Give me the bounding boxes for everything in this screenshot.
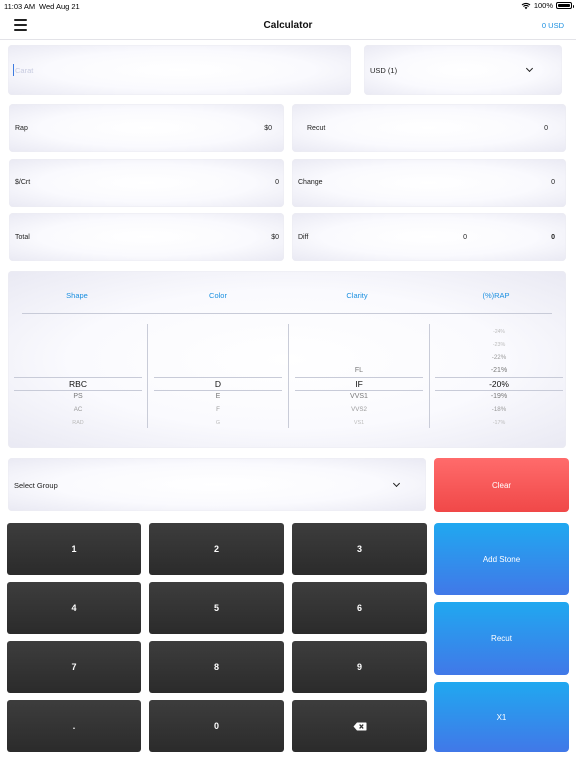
shape-wheel[interactable]: RBCPSACRADCU xyxy=(14,326,142,429)
key-4[interactable]: 4 xyxy=(7,582,141,634)
picker-item[interactable]: -22% xyxy=(435,354,563,361)
header-color[interactable]: Color xyxy=(198,291,238,300)
change-field: Change 0 xyxy=(292,159,566,207)
diff-value: 0 xyxy=(463,234,467,241)
recut-field: Recut 0 xyxy=(292,104,566,152)
selection-line xyxy=(435,390,563,391)
key-decimal[interactable]: . xyxy=(7,700,141,752)
x1-button[interactable]: X1 xyxy=(434,682,569,752)
select-group[interactable]: Select Group xyxy=(8,458,426,511)
picker-item[interactable]: -24% xyxy=(435,329,563,335)
clarity-wheel[interactable]: FLIFVVS1VVS2VS1VS2 xyxy=(295,326,423,429)
picker-item[interactable]: PS xyxy=(14,393,142,400)
stone-picker-panel: Shape Color Clarity (%)RAP RBCPSACRADCU … xyxy=(8,271,566,448)
chevron-down-icon xyxy=(525,64,534,73)
recut-button[interactable]: Recut xyxy=(434,602,569,675)
diff-percent-value: 0 xyxy=(551,234,555,241)
column-divider xyxy=(429,324,430,428)
picker-item[interactable]: F xyxy=(154,406,282,413)
picker-item[interactable]: VVS2 xyxy=(295,406,423,413)
header-shape[interactable]: Shape xyxy=(57,291,97,300)
picker-selected-item[interactable]: RBC xyxy=(14,379,142,389)
selection-line xyxy=(435,377,563,378)
rap-label: Rap xyxy=(15,125,28,132)
key-3[interactable]: 3 xyxy=(292,523,427,575)
add-stone-button[interactable]: Add Stone xyxy=(434,523,569,595)
diff-field: Diff 0 0 xyxy=(292,213,566,261)
total-label: Total xyxy=(15,234,30,241)
picker-item[interactable]: -21% xyxy=(435,367,563,374)
select-group-label: Select Group xyxy=(14,481,58,490)
recut-value: 0 xyxy=(544,125,548,132)
clear-button[interactable]: Clear xyxy=(434,458,569,512)
status-right: 100% xyxy=(521,1,574,10)
picker-item[interactable]: AC xyxy=(14,406,142,413)
picker-divider xyxy=(22,313,552,314)
currency-total[interactable]: 0 USD xyxy=(542,21,564,30)
carat-field xyxy=(8,45,351,95)
battery-percent: 100% xyxy=(533,1,553,10)
picker-item[interactable]: -18% xyxy=(435,406,563,413)
selection-line xyxy=(154,377,282,378)
color-wheel[interactable]: DEFGH xyxy=(154,326,282,429)
status-date: Wed Aug 21 xyxy=(39,2,80,11)
battery-icon xyxy=(556,2,574,9)
rap-field: Rap $0 xyxy=(9,104,284,152)
rap-wheel[interactable]: -24%-23%-22%-21%-20%-19%-18%-17%-16% xyxy=(435,326,563,429)
total-field: Total $0 xyxy=(9,213,284,261)
page-title: Calculator xyxy=(263,20,313,31)
recut-label: Recut xyxy=(307,125,326,132)
key-1[interactable]: 1 xyxy=(7,523,141,575)
status-bar: 11:03 AM Wed Aug 21 100% xyxy=(0,0,576,12)
key-6[interactable]: 6 xyxy=(292,582,427,634)
per-carat-field: $/Crt 0 xyxy=(9,159,284,207)
change-label: Change xyxy=(298,179,323,186)
status-time: 11:03 AM xyxy=(4,2,36,11)
selection-line xyxy=(154,390,282,391)
selection-line xyxy=(295,390,423,391)
rap-value: $0 xyxy=(264,125,272,132)
currency-select-value: USD (1) xyxy=(370,66,398,75)
key-5[interactable]: 5 xyxy=(149,582,284,634)
per-carat-label: $/Crt xyxy=(15,179,31,186)
selection-line xyxy=(14,377,142,378)
picker-item[interactable]: E xyxy=(154,393,282,400)
key-2[interactable]: 2 xyxy=(149,523,284,575)
backspace-button[interactable] xyxy=(292,700,427,752)
picker-item[interactable]: G xyxy=(154,420,282,426)
key-8[interactable]: 8 xyxy=(149,641,284,693)
currency-select[interactable]: USD (1) xyxy=(364,45,562,95)
carat-input[interactable] xyxy=(13,64,343,76)
total-value: $0 xyxy=(271,234,279,241)
header-clarity[interactable]: Clarity xyxy=(337,291,377,300)
picker-item[interactable]: RAD xyxy=(14,420,142,426)
per-carat-value: 0 xyxy=(275,179,279,186)
picker-item[interactable]: -17% xyxy=(435,420,563,426)
picker-item[interactable]: FL xyxy=(295,367,423,374)
picker-item[interactable]: VVS1 xyxy=(295,393,423,400)
selection-line xyxy=(295,377,423,378)
picker-item[interactable]: -19% xyxy=(435,393,563,400)
picker-selected-item[interactable]: D xyxy=(154,379,282,389)
selection-line xyxy=(14,390,142,391)
change-value: 0 xyxy=(551,179,555,186)
chevron-down-icon xyxy=(392,479,401,488)
picker-selected-item[interactable]: -20% xyxy=(435,379,563,389)
picker-item[interactable]: VS1 xyxy=(295,420,423,426)
backspace-icon xyxy=(353,722,367,730)
nav-bar: Calculator 0 USD xyxy=(0,12,576,40)
header-rap[interactable]: (%)RAP xyxy=(476,291,516,300)
key-7[interactable]: 7 xyxy=(7,641,141,693)
key-0[interactable]: 0 xyxy=(149,700,284,752)
picker-item[interactable]: -23% xyxy=(435,342,563,348)
key-9[interactable]: 9 xyxy=(292,641,427,693)
column-divider xyxy=(288,324,289,428)
diff-label: Diff xyxy=(298,234,309,241)
wifi-icon xyxy=(521,2,531,9)
picker-selected-item[interactable]: IF xyxy=(295,379,423,389)
column-divider xyxy=(147,324,148,428)
